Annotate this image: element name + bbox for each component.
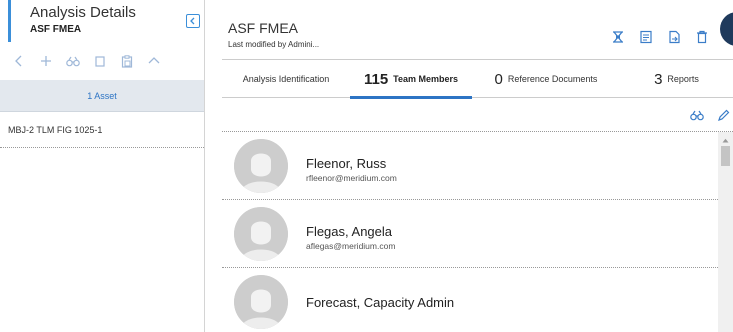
paste-icon[interactable] — [120, 54, 134, 68]
team-member-list: Fleenor, Russ rfleenor@meridium.com Fleg… — [222, 132, 718, 332]
tab-label: Reports — [667, 74, 699, 84]
asset-toolbar — [0, 46, 204, 76]
assistant-button[interactable] — [720, 12, 733, 46]
left-panel-subtitle: ASF FMEA — [30, 24, 82, 35]
asset-list-item[interactable]: MBJ-2 TLM FIG 1025-1 — [0, 112, 204, 148]
copy-icon[interactable] — [93, 54, 107, 68]
edit-icon[interactable] — [716, 108, 730, 122]
tab-count: 3 — [654, 70, 663, 88]
left-panel-title: Analysis Details — [30, 4, 136, 21]
report-icon[interactable] — [639, 30, 653, 44]
left-panel: Analysis Details ASF FMEA 1 Asset MBJ-2 … — [0, 0, 205, 332]
scrollbar-thumb[interactable] — [721, 146, 730, 166]
member-email: rfleenor@meridium.com — [306, 173, 397, 183]
tab-reference-documents[interactable]: 0 Reference Documents — [472, 60, 620, 98]
header-actions — [611, 30, 709, 44]
tab-count: 0 — [494, 70, 503, 88]
tab-label: Team Members — [393, 74, 459, 84]
plus-icon[interactable] — [39, 54, 53, 68]
avatar — [234, 275, 288, 329]
tab-label: Reference Documents — [507, 74, 598, 84]
tab-bar: Analysis Identification 115 Team Members… — [222, 59, 733, 99]
last-modified-text: Last modified by Admini... — [228, 40, 320, 49]
chevron-up-icon[interactable] — [147, 54, 161, 68]
left-panel-header: Analysis Details ASF FMEA — [8, 0, 205, 42]
tab-count: 115 — [363, 70, 389, 88]
tab-analysis-identification[interactable]: Analysis Identification — [222, 60, 350, 98]
avatar — [234, 139, 288, 193]
chevron-left-icon[interactable] — [12, 54, 26, 68]
chevron-left-icon — [190, 17, 195, 25]
list-item[interactable]: Flegas, Angela aflegas@meridium.com — [222, 200, 718, 268]
list-item[interactable]: Forecast, Capacity Admin — [222, 268, 718, 332]
member-name: Fleenor, Russ — [306, 156, 387, 171]
scrollbar[interactable] — [718, 132, 733, 332]
avatar — [234, 207, 288, 261]
asset-count-bar[interactable]: 1 Asset — [0, 80, 204, 112]
member-name: Forecast, Capacity Admin — [306, 295, 455, 310]
member-email: aflegas@meridium.com — [306, 241, 396, 251]
delete-icon[interactable] — [695, 30, 709, 44]
member-name: Flegas, Angela — [306, 224, 393, 239]
tab-label: Analysis Identification — [242, 74, 330, 84]
tab-team-members[interactable]: 115 Team Members — [350, 60, 472, 99]
tree-icon[interactable] — [611, 30, 625, 44]
collapse-panel-button[interactable] — [186, 14, 200, 28]
main-panel: ASF FMEA Last modified by Admini... Anal… — [206, 0, 733, 332]
list-item[interactable]: Fleenor, Russ rfleenor@meridium.com — [222, 132, 718, 200]
tab-reports[interactable]: 3 Reports — [620, 60, 733, 98]
export-icon[interactable] — [667, 30, 681, 44]
scroll-up-icon[interactable] — [721, 136, 730, 144]
binoculars-icon[interactable] — [690, 108, 704, 122]
binoculars-icon[interactable] — [66, 54, 80, 68]
page-title: ASF FMEA — [228, 20, 299, 36]
team-toolbar — [222, 98, 733, 132]
